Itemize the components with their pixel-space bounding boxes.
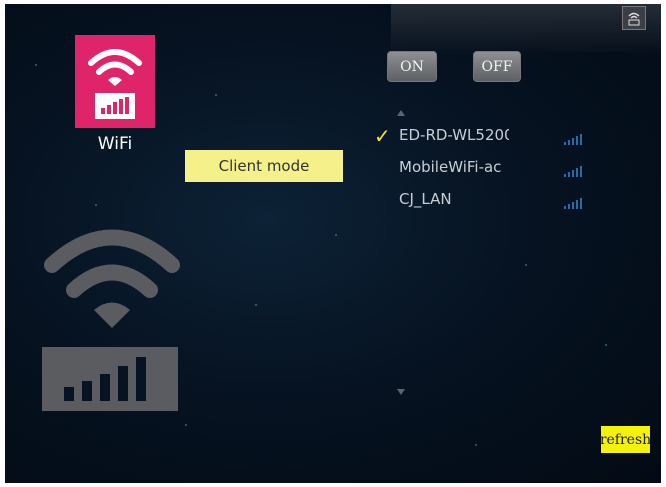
refresh-button[interactable]: refresh <box>600 426 651 453</box>
network-item-cj-lan[interactable]: CJ_LAN <box>399 190 509 208</box>
background-star <box>605 344 607 346</box>
signal-strength-icon <box>564 134 582 145</box>
wifi-icon <box>88 49 142 119</box>
large-wifi-icon <box>44 229 180 328</box>
background-star <box>335 234 337 236</box>
scroll-up-icon[interactable] <box>397 110 405 116</box>
scroll-down-icon[interactable] <box>397 389 405 395</box>
signal-strength-icon <box>564 198 582 209</box>
status-icon <box>622 6 646 30</box>
client-mode-button[interactable]: Client mode <box>185 150 343 182</box>
selected-check-icon: ✓ <box>374 124 391 148</box>
background-star <box>185 424 187 426</box>
background-star <box>215 94 217 96</box>
background-star <box>525 264 527 266</box>
wifi-app-tile[interactable] <box>75 35 155 128</box>
wifi-label: WiFi <box>97 134 133 154</box>
wifi-off-button[interactable]: OFF <box>473 51 521 82</box>
large-signal-bars-icon <box>42 347 178 411</box>
background-star <box>475 444 477 446</box>
wifi-on-button[interactable]: ON <box>387 51 437 82</box>
network-item-mobilewifi-ac[interactable]: MobileWiFi-ac <box>399 158 509 176</box>
background-star <box>95 204 97 206</box>
background-star <box>35 64 37 66</box>
top-bar-shade <box>391 4 661 52</box>
app-screen: WiFi Client mode ON OFF ✓ ED-RD-WL5200 M… <box>5 4 661 483</box>
signal-strength-icon <box>564 166 582 177</box>
background-star <box>255 304 257 306</box>
network-item-ed-rd-wl5200[interactable]: ED-RD-WL5200 <box>399 126 509 144</box>
